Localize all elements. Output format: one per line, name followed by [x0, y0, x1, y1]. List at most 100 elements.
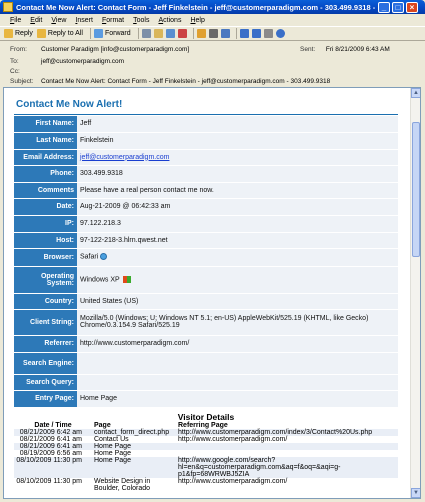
toolbar-separator	[235, 28, 237, 39]
toolbar: Reply Reply to All Forward	[0, 26, 425, 41]
to-row: To: jeff@customerparadigm.com	[10, 58, 124, 65]
field-value: Finkelstein	[77, 132, 398, 150]
categories-icon[interactable]	[165, 29, 175, 38]
visits-header-row: Date / Time Page Referring Page	[14, 422, 398, 429]
scroll-thumb[interactable]	[412, 122, 420, 257]
close-button[interactable]: ×	[406, 1, 418, 13]
forward-button[interactable]: Forward	[93, 29, 131, 38]
table-row: 08/10/2009 11:30 pm Home Page http://www…	[14, 456, 398, 478]
menu-actions[interactable]: Actions	[158, 17, 181, 24]
menu-tools[interactable]: Tools	[133, 17, 149, 24]
visit-referrer: http://www.customerparadigm.com/	[178, 477, 288, 485]
visit-date: 08/10/2009 11:30 pm	[14, 456, 92, 478]
visit-referrer: http://www.customerparadigm.com/index/3/…	[176, 428, 398, 436]
subject-label: Subject:	[10, 78, 34, 85]
field-value: 97-122-218-3.hlrn.qwest.net	[77, 232, 398, 249]
field-row: Operating System: Windows XP	[14, 266, 398, 294]
visits-table: Date / Time Page Referring Page 08/21/20…	[14, 422, 398, 492]
help-icon[interactable]	[275, 29, 285, 38]
menu-format[interactable]: Format	[102, 17, 124, 24]
to-value[interactable]: jeff@customerparadigm.com	[41, 58, 124, 65]
visit-page: Contact Us	[94, 435, 129, 443]
field-key: Browser:	[14, 248, 77, 267]
field-key: Client String:	[14, 309, 77, 336]
safari-icon	[100, 253, 108, 261]
window-title: Contact Me Now Alert: Contact Form - Jef…	[16, 2, 376, 12]
menu-edit[interactable]: Edit	[30, 17, 42, 24]
visit-page: Home Page	[92, 456, 176, 478]
field-key: IP:	[14, 215, 77, 233]
field-row: Client String: Mozilla/5.0 (Windows; U; W…	[14, 309, 398, 336]
reply-label: Reply	[15, 30, 33, 37]
field-value: jeff@customerparadigm.com	[77, 149, 398, 166]
follow-up-icon[interactable]	[177, 29, 187, 38]
field-row: Search Engine:	[14, 352, 398, 375]
subject-row: Subject: Contact Me Now Alert: Contact F…	[10, 78, 330, 85]
visit-date: 08/10/2009 11:30 pm	[16, 477, 82, 485]
scroll-up-button[interactable]: ▲	[411, 88, 420, 98]
visit-date: 08/21/2009 6:41 am	[14, 442, 92, 450]
table-row: 08/21/2009 6:41 am Contact Us http://www…	[14, 436, 398, 443]
from-value[interactable]: Customer Paradigm [info@customerparadigm…	[41, 46, 189, 53]
forward-icon	[93, 29, 103, 38]
field-value: Home Page	[77, 390, 398, 408]
field-value	[77, 352, 398, 375]
options-icon[interactable]	[263, 29, 273, 38]
field-value: Mozilla/5.0 (Windows; U; Windows NT 5.1;…	[77, 309, 398, 336]
field-value: Windows XP	[77, 266, 398, 294]
vertical-scrollbar[interactable]: ▲ ▼	[410, 88, 420, 498]
field-value: 303.499.9318	[77, 165, 398, 183]
sent-value: Fri 8/21/2009 6:43 AM	[325, 46, 390, 53]
field-value: Jeff	[77, 116, 398, 133]
reply-button[interactable]: Reply	[4, 29, 33, 38]
field-row: Entry Page: Home Page	[14, 390, 398, 408]
field-key: Operating System:	[14, 266, 77, 294]
menu-help[interactable]: Help	[190, 17, 204, 24]
field-row: Email Address: jeff@customerparadigm.com	[14, 149, 398, 166]
cc-label: Cc:	[10, 68, 20, 75]
email-link[interactable]: jeff@customerparadigm.com	[80, 154, 169, 161]
field-row: Last Name: Finkelstein	[14, 132, 398, 150]
field-key: Search Engine:	[14, 352, 77, 375]
toolbar-separator	[192, 28, 194, 39]
field-key: Host:	[14, 232, 77, 249]
field-row: Search Query:	[14, 374, 398, 391]
field-row: Host: 97-122-218-3.hlrn.qwest.net	[14, 232, 398, 249]
to-label: To:	[10, 58, 19, 65]
field-row: Comments Please have a real person contac…	[14, 182, 398, 199]
field-row: Date: Aug-21-2009 @ 06:42:33 am	[14, 198, 398, 216]
reply-all-label: Reply to All	[47, 30, 83, 37]
field-key: First Name:	[14, 116, 77, 133]
forward-label: Forward	[104, 30, 131, 37]
sent-row: Sent: Fri 8/21/2009 6:43 AM	[300, 46, 390, 53]
message-header: From: Customer Paradigm [info@customerpa…	[0, 41, 425, 87]
move-to-folder-icon[interactable]	[196, 29, 206, 38]
table-row: 08/19/2009 6:56 am Home Page	[14, 450, 398, 457]
table-row: 08/21/2009 6:41 am Home Page	[14, 442, 398, 450]
menu-file[interactable]: File	[10, 17, 21, 24]
field-key: Entry Page:	[14, 390, 77, 408]
delete-icon[interactable]	[208, 29, 218, 38]
menu-insert[interactable]: Insert	[75, 17, 93, 24]
field-row: First Name: Jeff	[14, 116, 398, 133]
field-value: United States (US)	[77, 293, 398, 310]
visit-page: contact_form_direct.php	[92, 428, 176, 436]
next-item-icon[interactable]	[251, 29, 261, 38]
cc-row: Cc:	[10, 68, 41, 75]
field-value: http://www.customerparadigm.com/	[77, 335, 398, 353]
maximize-button[interactable]: □	[392, 1, 404, 13]
field-key: Comments	[14, 182, 77, 199]
field-key: Phone:	[14, 165, 77, 183]
visit-date: 08/21/2009 6:42 am	[14, 428, 92, 436]
flag-icon[interactable]	[153, 29, 163, 38]
menu-view[interactable]: View	[51, 17, 66, 24]
previous-item-icon[interactable]	[239, 29, 249, 38]
reply-all-button[interactable]: Reply to All	[36, 29, 83, 38]
print-icon[interactable]	[141, 29, 151, 38]
minimize-button[interactable]: _	[378, 1, 390, 13]
address-book-icon[interactable]	[220, 29, 230, 38]
field-key: Country:	[14, 293, 77, 310]
visit-referrer	[176, 450, 398, 457]
envelope-icon	[3, 2, 13, 12]
scroll-down-button[interactable]: ▼	[411, 488, 420, 498]
